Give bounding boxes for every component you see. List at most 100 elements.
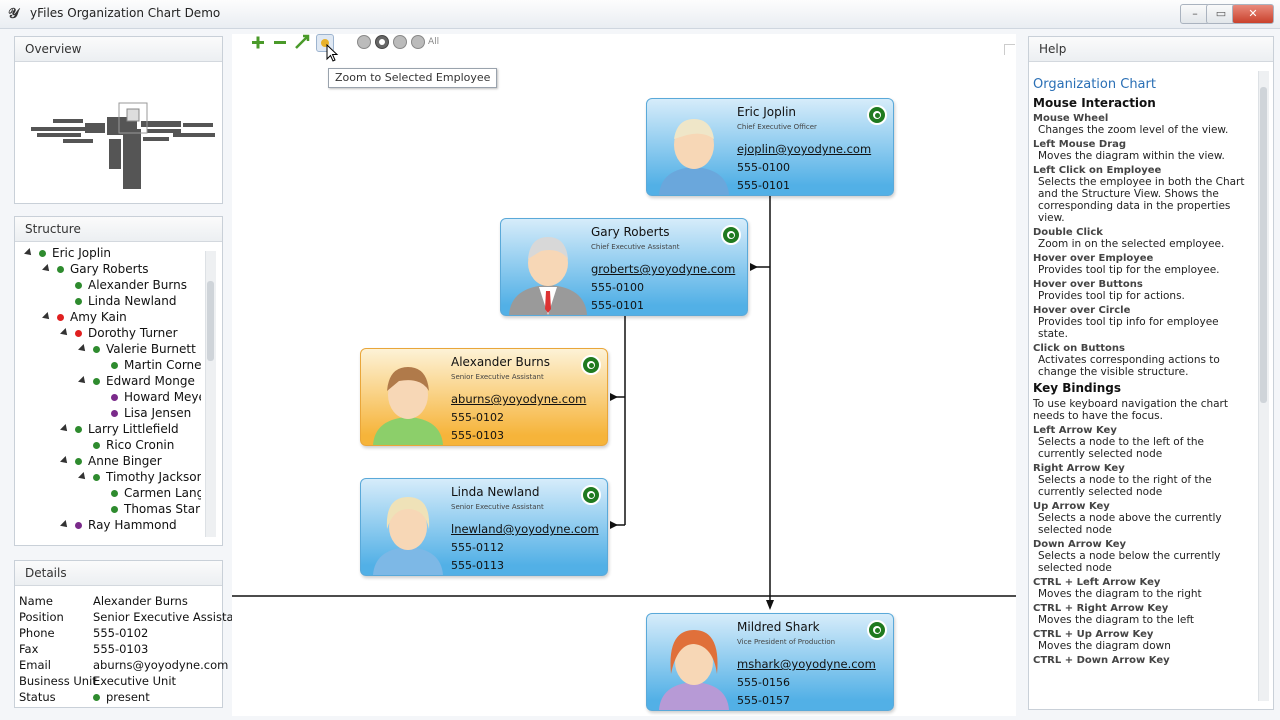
details-value: 555-0102 xyxy=(93,626,149,640)
tree-item[interactable]: Martin Cornet xyxy=(97,357,201,373)
employee-card[interactable]: Eric Joplin Chief Executive Officer ejop… xyxy=(646,98,894,196)
hide-children-icon xyxy=(411,35,425,49)
tree-item[interactable]: Valerie Burnett xyxy=(78,341,196,357)
details-table: Name Alexander Burns Position Senior Execut… xyxy=(19,593,238,705)
app-icon: 𝒴 xyxy=(8,6,19,22)
expander-icon[interactable] xyxy=(78,376,88,386)
help-section-title: Key Bindings xyxy=(1033,381,1122,395)
help-item-title: Click on Buttons xyxy=(1033,343,1125,354)
tree-item[interactable]: Amy Kain xyxy=(42,309,127,325)
tree-item[interactable]: Rico Cronin xyxy=(79,437,174,453)
details-key: Business Unit xyxy=(19,674,97,688)
show-all-button[interactable]: All xyxy=(428,34,448,50)
tree-item[interactable]: Thomas Stark xyxy=(97,501,201,517)
help-item-title: Mouse Wheel xyxy=(1033,113,1109,124)
employee-email[interactable]: mshark@yoyodyne.com xyxy=(737,657,876,671)
employee-card-selected[interactable]: Alexander Burns Senior Executive Assista… xyxy=(360,348,608,446)
overview-canvas[interactable] xyxy=(23,67,219,201)
help-item-title: CTRL + Left Arrow Key xyxy=(1033,577,1161,588)
employee-card[interactable]: Linda Newland Senior Executive Assistant… xyxy=(360,478,608,576)
hide-parent-button[interactable] xyxy=(392,34,408,50)
tree-item-label: Martin Cornet xyxy=(124,358,201,372)
help-item-description: Moves the diagram to the right xyxy=(1038,588,1202,600)
details-value: 555-0103 xyxy=(93,642,149,656)
expander-icon[interactable] xyxy=(60,520,70,530)
employee-name: Gary Roberts xyxy=(591,225,670,239)
status-circle-icon[interactable] xyxy=(867,105,887,125)
expander-icon[interactable] xyxy=(78,344,88,354)
help-item-description: Selects the employee in both the Chart a… xyxy=(1038,176,1245,224)
help-item-title: Up Arrow Key xyxy=(1033,501,1110,512)
tree-item[interactable]: Ray Hammond xyxy=(60,517,177,533)
show-children-button[interactable] xyxy=(374,34,390,50)
structure-scrollbar[interactable] xyxy=(205,251,216,537)
employee-name: Linda Newland xyxy=(451,485,540,499)
fit-content-button[interactable] xyxy=(294,34,310,50)
tree-item[interactable]: Carmen Lang xyxy=(97,485,201,501)
status-dot-icon xyxy=(75,458,82,465)
org-chart-canvas[interactable]: Eric Joplin Chief Executive Officer ejop… xyxy=(232,34,1016,716)
status-circle-icon[interactable] xyxy=(581,485,601,505)
tree-item-label: Dorothy Turner xyxy=(88,326,178,340)
help-item-description: Provides tool tip for the employee. xyxy=(1038,264,1220,276)
male-blond-avatar-icon xyxy=(659,119,729,195)
employee-card[interactable]: Gary Roberts Chief Executive Assistant g… xyxy=(500,218,748,316)
structure-scroll-thumb[interactable] xyxy=(207,281,214,361)
status-circle-icon[interactable] xyxy=(867,620,887,640)
tree-item[interactable]: Alexander Burns xyxy=(61,277,187,293)
tree-item[interactable]: Dorothy Turner xyxy=(60,325,178,341)
tree-item[interactable]: Anne Binger xyxy=(60,453,162,469)
tree-item[interactable]: Lisa Jensen xyxy=(97,405,191,421)
employee-position: Chief Executive Assistant xyxy=(591,243,680,251)
status-dot-icon xyxy=(39,250,46,257)
details-row: Name Alexander Burns xyxy=(19,593,238,609)
mouse-cursor-icon xyxy=(326,44,339,62)
expander-icon[interactable] xyxy=(60,328,70,338)
expander-icon[interactable] xyxy=(42,264,52,274)
expander-icon[interactable] xyxy=(78,472,88,482)
status-dot-icon xyxy=(75,522,82,529)
show-parent-button[interactable] xyxy=(356,34,372,50)
tree-item[interactable]: Larry Littlefield xyxy=(60,421,179,437)
tree-item[interactable]: Eric Joplin xyxy=(24,245,111,261)
expander-icon[interactable] xyxy=(60,456,70,466)
employee-email[interactable]: groberts@yoyodyne.com xyxy=(591,262,735,276)
details-header: Details xyxy=(15,561,222,586)
details-key: Name xyxy=(19,594,53,608)
details-row: Phone 555-0102 xyxy=(19,625,238,641)
zoom-out-button[interactable] xyxy=(272,34,288,50)
help-scrollbar[interactable] xyxy=(1258,71,1269,701)
close-button[interactable]: ✕ xyxy=(1232,4,1274,24)
status-dot-icon xyxy=(75,330,82,337)
tree-item[interactable]: Edward Monge xyxy=(78,373,195,389)
tree-item[interactable]: Linda Newland xyxy=(61,293,177,309)
status-circle-icon[interactable] xyxy=(581,355,601,375)
tree-item-label: Valerie Burnett xyxy=(106,342,196,356)
hide-children-button[interactable] xyxy=(410,34,426,50)
status-circle-icon[interactable] xyxy=(721,225,741,245)
female-red-avatar-icon xyxy=(659,630,729,710)
zoom-in-button[interactable] xyxy=(250,34,266,50)
help-scroll-thumb[interactable] xyxy=(1260,87,1267,403)
expander-icon[interactable] xyxy=(42,312,52,322)
employee-position: Senior Executive Assistant xyxy=(451,503,544,511)
canvas-resize-grip xyxy=(1004,44,1015,55)
expander-icon[interactable] xyxy=(60,424,70,434)
employee-card[interactable]: Mildred Shark Vice President of Producti… xyxy=(646,613,894,711)
employee-email[interactable]: lnewland@yoyodyne.com xyxy=(451,522,599,536)
help-item-description: Selects a node to the left of the curren… xyxy=(1038,436,1204,460)
tree-item[interactable]: Timothy Jackson xyxy=(78,469,201,485)
help-section-title: Mouse Interaction xyxy=(1033,96,1156,110)
show-all-label: All xyxy=(428,37,440,47)
status-dot-icon xyxy=(75,282,82,289)
window-title: yFiles Organization Chart Demo xyxy=(30,6,221,20)
expander-icon[interactable] xyxy=(24,248,34,258)
tree-item-label: Rico Cronin xyxy=(106,438,175,452)
employee-email[interactable]: ejoplin@yoyodyne.com xyxy=(737,142,871,156)
employee-email[interactable]: aburns@yoyodyne.com xyxy=(451,392,586,406)
show-parent-icon xyxy=(357,35,371,49)
tree-item[interactable]: Gary Roberts xyxy=(42,261,149,277)
help-item-description: Selects a node above the currently selec… xyxy=(1038,512,1222,536)
structure-tree[interactable]: Eric Joplin Gary Roberts Alexander Burns Li… xyxy=(23,245,201,533)
tree-item[interactable]: Howard Meye xyxy=(97,389,201,405)
